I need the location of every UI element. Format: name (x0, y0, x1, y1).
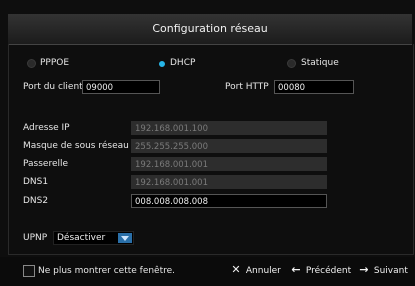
dont-show-label: Ne plus montrer cette fenêtre. (38, 266, 176, 276)
dhcp-radio[interactable] (159, 61, 165, 67)
gateway-input[interactable]: 192.168.001.001 (131, 157, 327, 171)
arrow-right-icon: → (359, 263, 369, 276)
dns1-input[interactable]: 192.168.001.001 (131, 175, 327, 189)
title-bar: Configuration réseau (8, 14, 412, 45)
gateway-label: Passerelle (23, 159, 69, 169)
dns1-label: DNS1 (23, 177, 49, 187)
pppoe-label: PPPOE (40, 58, 70, 68)
dhcp-label: DHCP (170, 58, 196, 68)
dns2-input[interactable]: 008.008.008.008 (131, 194, 327, 208)
next-button[interactable]: → Suivant (357, 263, 408, 279)
upnp-select[interactable]: Désactiver (53, 231, 134, 245)
mask-input[interactable]: 255.255.255.000 (131, 139, 327, 153)
http-port-label: Port HTTP (225, 82, 269, 92)
ip-label: Adresse IP (23, 123, 70, 133)
mask-label: Masque de sous réseau (23, 141, 129, 151)
ip-input[interactable]: 192.168.001.100 (131, 121, 327, 135)
network-config-dialog: Configuration réseau PPPOE DHCP Statique… (0, 0, 415, 286)
previous-button[interactable]: ← Précédent (289, 263, 351, 279)
pppoe-radio[interactable] (27, 59, 36, 68)
cancel-label: Annuler (245, 266, 281, 276)
client-port-label: Port du client (23, 82, 83, 92)
cancel-button[interactable]: ✕ Annuler (229, 263, 281, 279)
client-port-input[interactable]: 09000 (82, 80, 160, 94)
next-label: Suivant (373, 266, 408, 276)
upnp-label: UPNP (23, 233, 48, 243)
dont-show-checkbox[interactable] (23, 265, 35, 277)
http-port-input[interactable]: 00080 (274, 80, 354, 94)
previous-label: Précédent (305, 266, 352, 276)
arrow-left-icon: ← (291, 263, 301, 276)
dns2-label: DNS2 (23, 196, 49, 206)
statique-label: Statique (301, 58, 339, 68)
dialog-title: Configuration réseau (152, 22, 268, 35)
chevron-down-icon[interactable] (118, 233, 132, 243)
close-icon: ✕ (231, 263, 241, 276)
upnp-value: Désactiver (57, 233, 106, 243)
statique-radio[interactable] (287, 59, 296, 68)
